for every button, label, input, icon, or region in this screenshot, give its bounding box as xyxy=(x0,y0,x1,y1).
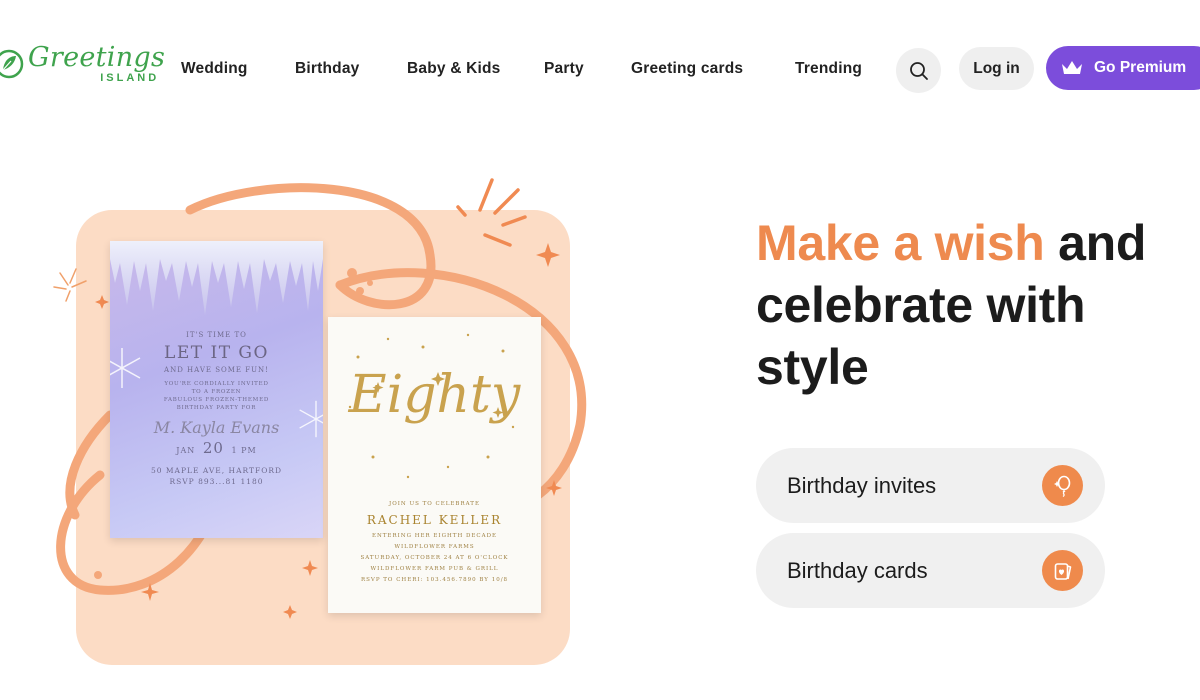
leaf-logo-icon xyxy=(0,49,24,79)
nav-item-birthday[interactable]: Birthday xyxy=(295,60,359,78)
hero-illustration: IT'S TIME TO LET IT GO AND HAVE SOME FUN… xyxy=(40,165,620,675)
eighty-invitation-card[interactable]: Eighty JOIN US TO CELEBRATE RACHEL KELLE… xyxy=(328,317,541,613)
card1-line2: AND HAVE SOME FUN! xyxy=(164,366,269,374)
nav-item-baby-kids[interactable]: Baby & Kids xyxy=(407,60,501,78)
greetings-island-logo[interactable]: Greetings ISLAND xyxy=(0,44,165,88)
frozen-invitation-card[interactable]: IT'S TIME TO LET IT GO AND HAVE SOME FUN… xyxy=(110,241,323,538)
nav-item-greeting-cards[interactable]: Greeting cards xyxy=(631,60,743,78)
card1-invite-1: YOU'RE CORDIALLY INVITED xyxy=(164,381,269,387)
nav-item-party[interactable]: Party xyxy=(544,60,584,78)
card1-address: 50 MAPLE AVE, HARTFORD xyxy=(150,466,283,475)
card2-place: WILDFLOWER FARM PUB & GRILL xyxy=(370,566,499,572)
hero-headline: Make a wish and celebrate with style xyxy=(756,212,1196,398)
card2-date: SATURDAY, OCTOBER 24 AT 6 O'CLOCK xyxy=(360,555,509,561)
card-icon xyxy=(1042,550,1083,591)
nav-item-wedding[interactable]: Wedding xyxy=(181,60,248,78)
card2-rsvp: RSVP TO CHERI: 103.456.7890 BY 10/8 xyxy=(360,577,509,583)
card2-name: RACHEL KELLER xyxy=(366,513,503,527)
card1-name: M. Kayla Evans xyxy=(153,418,280,437)
birthday-invites-label: Birthday invites xyxy=(787,472,937,498)
card1-day: 20 xyxy=(202,439,224,457)
go-premium-button[interactable]: Go Premium xyxy=(1046,46,1200,90)
card1-invite-2: TO A FROZEN xyxy=(191,389,242,395)
birthday-cards-link[interactable]: Birthday cards xyxy=(756,533,1105,608)
card1-title: LET IT GO xyxy=(164,343,269,363)
site-header: Greetings ISLAND Wedding Birthday Baby &… xyxy=(0,0,1200,140)
card1-line1: IT'S TIME TO xyxy=(186,331,247,339)
go-premium-label: Go Premium xyxy=(1094,59,1187,76)
card2-join: JOIN US TO CELEBRATE xyxy=(389,501,480,507)
logo-subtitle: ISLAND xyxy=(100,72,160,84)
card1-date: JAN 20 1 PM xyxy=(110,439,323,457)
search-icon xyxy=(909,61,928,80)
card1-invite-4: BIRTHDAY PARTY FOR xyxy=(176,405,257,411)
logo-wordmark: Greetings xyxy=(28,42,166,73)
card1-invite-3: FABULOUS FROZEN-THEMED xyxy=(163,397,270,403)
search-button[interactable] xyxy=(896,48,941,93)
card1-month: JAN xyxy=(176,446,196,455)
card2-entering: ENTERING HER EIGHTH DECADE xyxy=(371,533,498,539)
hero-headline-accent: Make a wish xyxy=(756,215,1045,271)
birthday-cards-label: Birthday cards xyxy=(787,557,928,583)
crown-icon xyxy=(1062,61,1082,74)
card1-time: 1 PM xyxy=(231,446,257,455)
card1-rsvp: RSVP 893...81 1180 xyxy=(169,477,264,486)
card2-script-title: Eighty xyxy=(348,365,521,425)
login-button[interactable]: Log in xyxy=(959,47,1034,90)
birthday-invites-link[interactable]: Birthday invites xyxy=(756,448,1105,523)
nav-item-trending[interactable]: Trending xyxy=(795,60,862,78)
card2-venue: WILDFLOWER FARMS xyxy=(394,544,475,550)
balloon-icon xyxy=(1042,465,1083,506)
icicles-decoration xyxy=(110,241,323,315)
